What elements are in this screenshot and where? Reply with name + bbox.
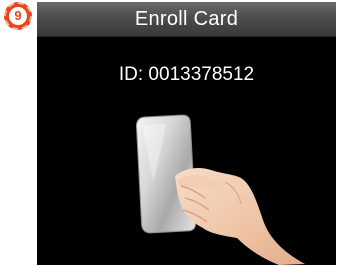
device-screen: Enroll Card ID: 0013378512 xyxy=(37,2,336,265)
step-number-badge: 9 xyxy=(4,2,32,30)
step-number: 9 xyxy=(9,7,27,25)
card-id-text: ID: 0013378512 xyxy=(118,64,255,85)
page: 9 Enroll Card ID: 0013378512 xyxy=(0,0,339,267)
screen-title: Enroll Card xyxy=(134,7,239,30)
hand-shape xyxy=(175,168,305,265)
title-bar: Enroll Card xyxy=(37,2,336,37)
hand-holding-card-icon xyxy=(129,112,319,265)
